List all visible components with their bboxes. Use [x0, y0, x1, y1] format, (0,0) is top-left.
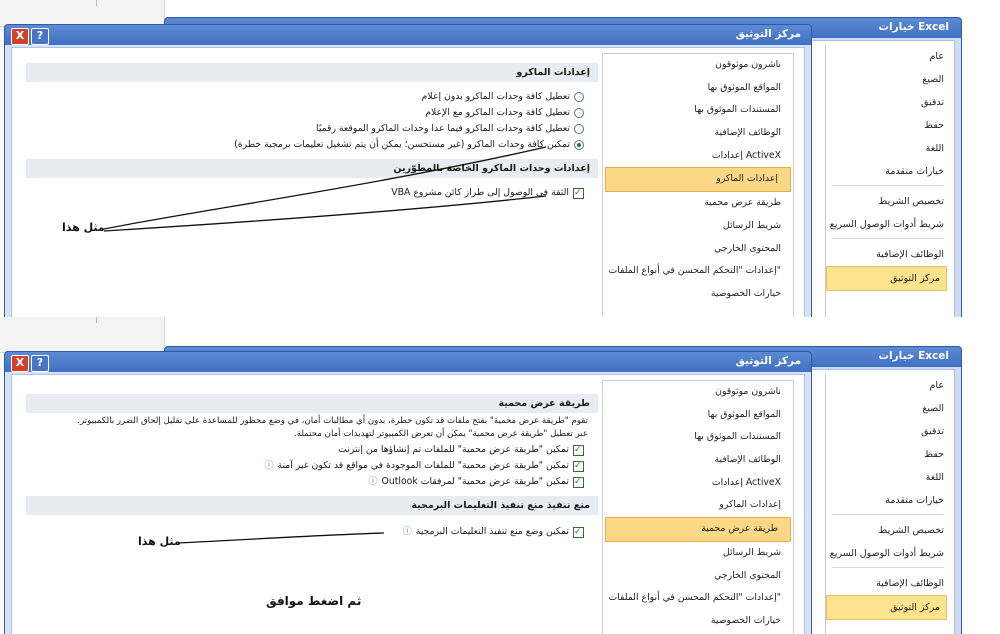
screenshot-panel-protected-view: خيارات Excel عام الصيغ تدقيق حفظ اللغة خ… — [0, 317, 1000, 634]
annotation-arrow-lines — [103, 146, 547, 232]
annotation-like-this: مثل هذا — [62, 221, 105, 234]
annotation-then-press-ok: ثم اضغط موافق — [266, 594, 362, 608]
annotation-like-this: مثل هذا — [138, 535, 181, 548]
annotation-arrow-lines — [177, 532, 385, 544]
screenshot-panel-macro-settings: خيارات Excel عام الصيغ تدقيق حفظ اللغة خ… — [0, 0, 1000, 317]
